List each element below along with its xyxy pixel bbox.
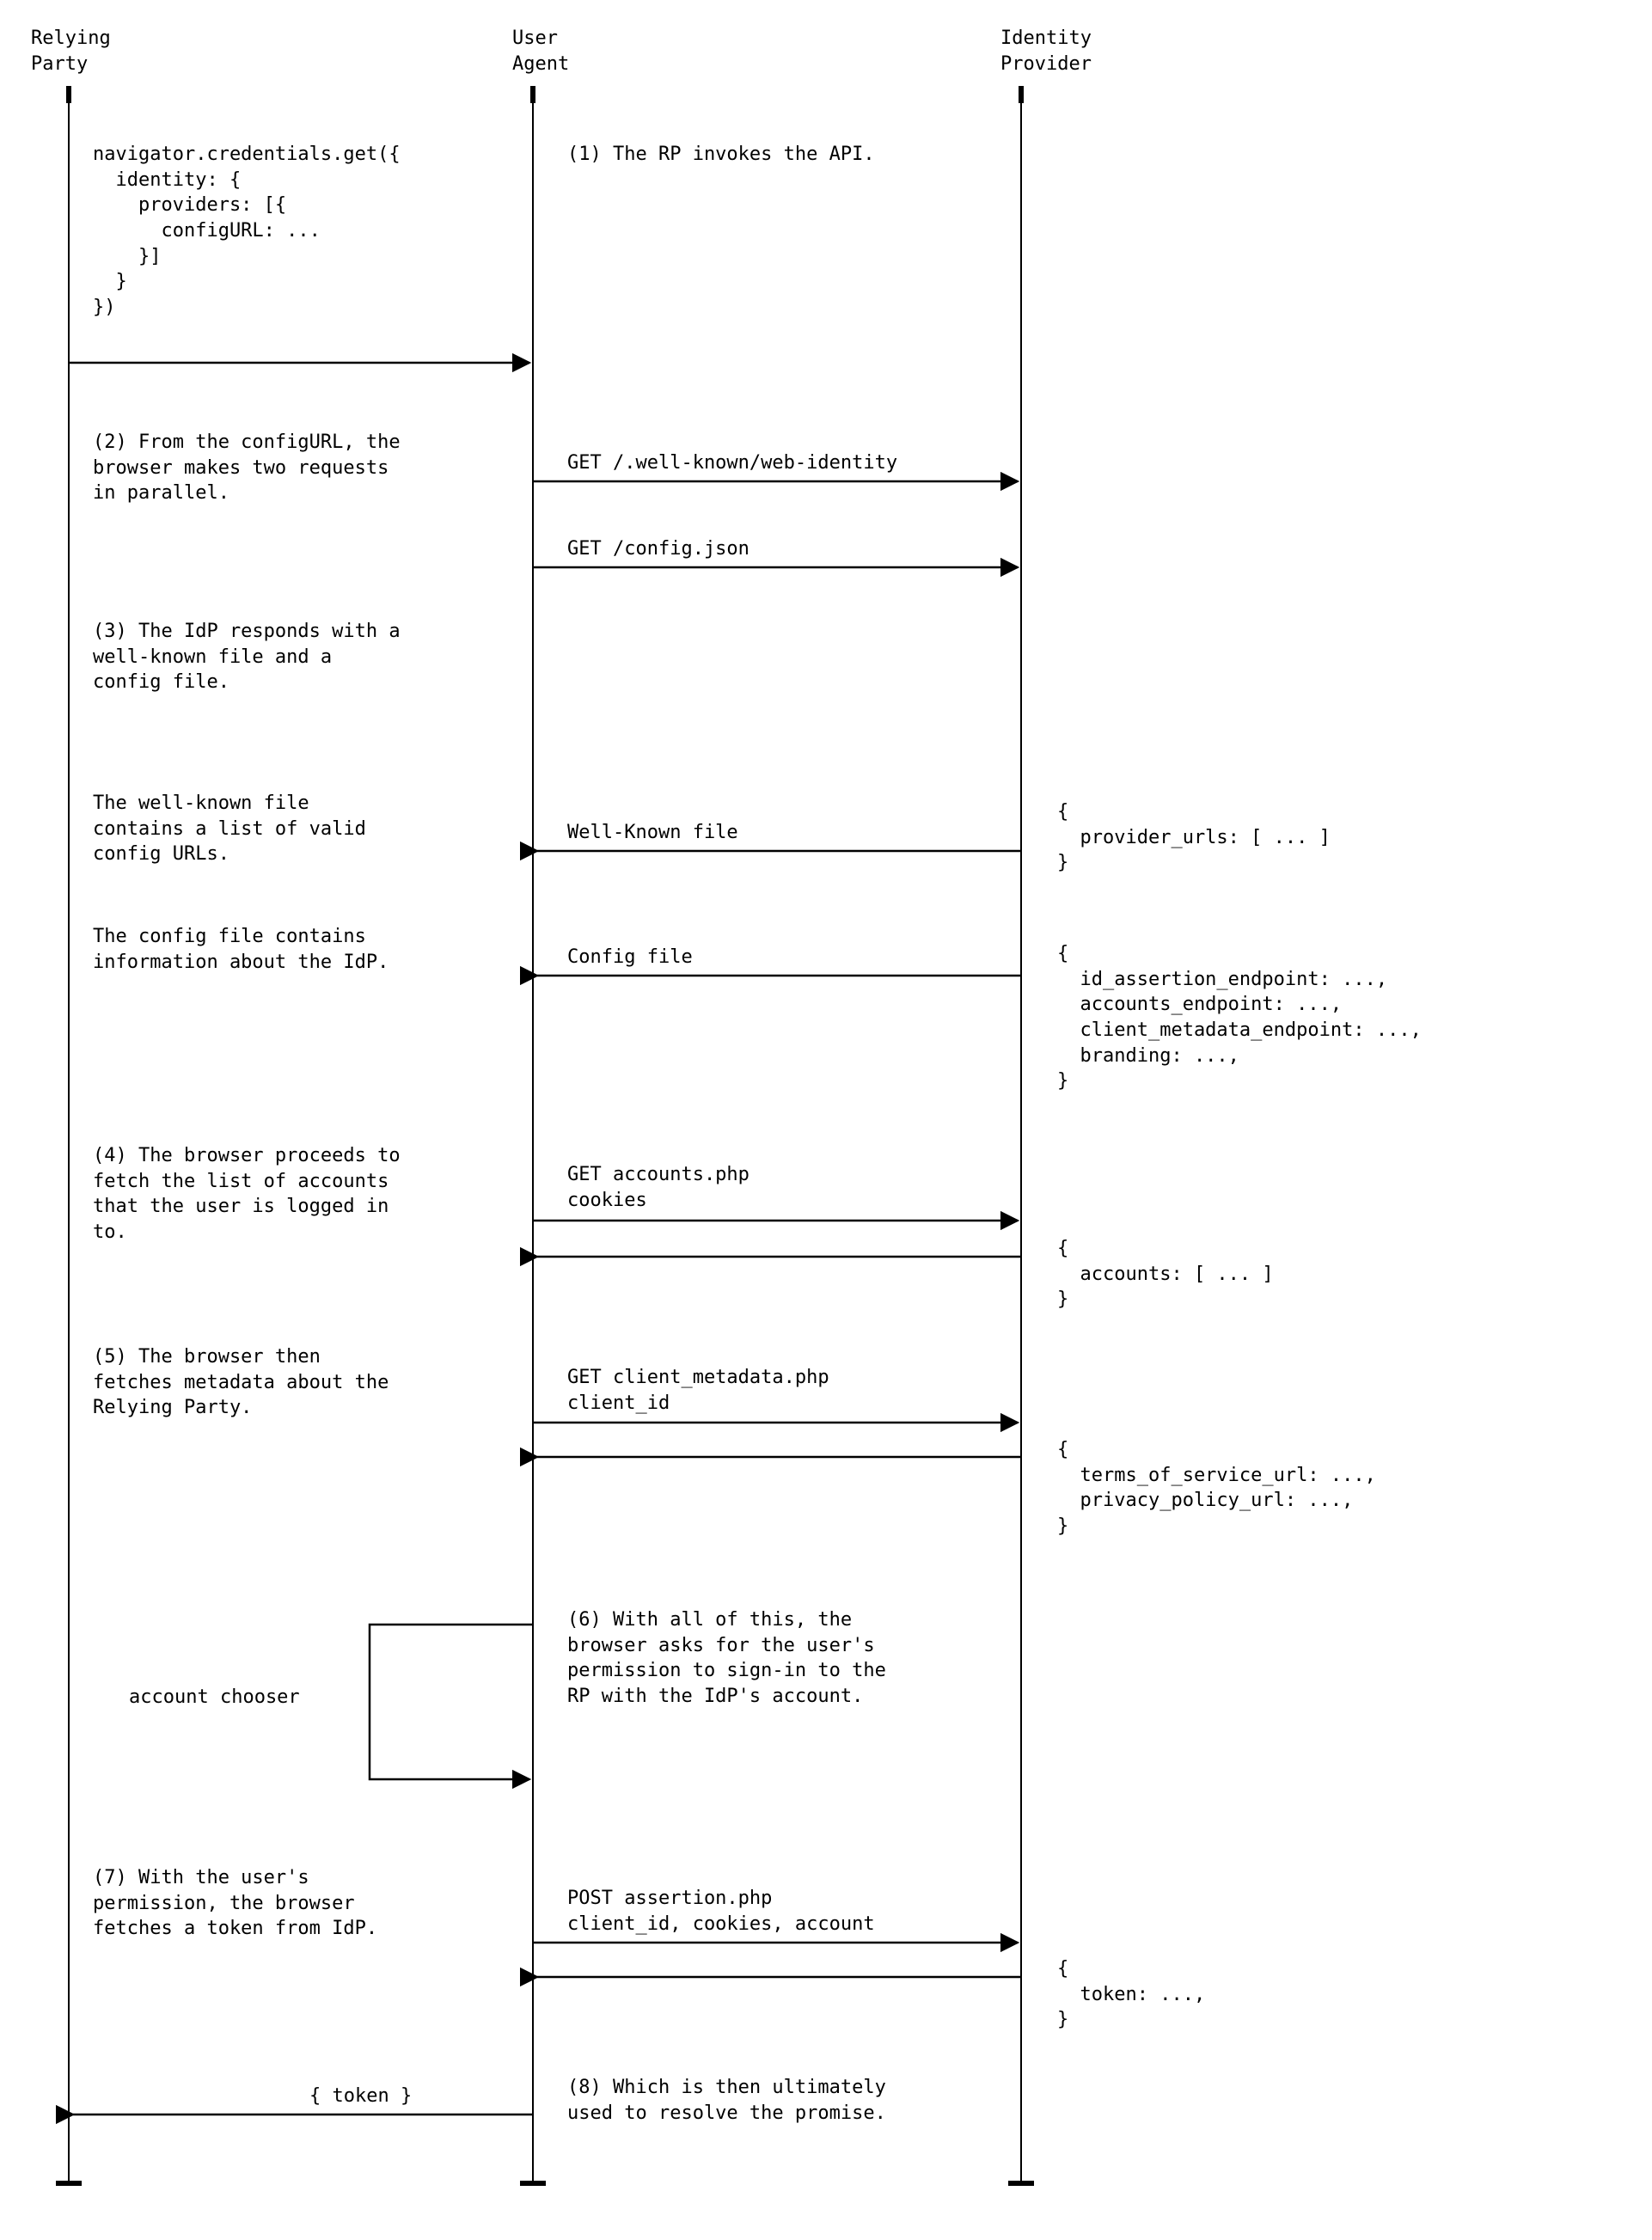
step-3-label: (3) The IdP responds with a well-known f… xyxy=(93,619,401,695)
response-config: Config file xyxy=(567,945,693,970)
actor-rp-label: RelyingParty xyxy=(31,26,111,77)
json-metadata: { terms_of_service_url: ..., privacy_pol… xyxy=(1057,1437,1376,1539)
request-accounts: GET accounts.php cookies xyxy=(567,1162,750,1213)
step-4-label: (4) The browser proceeds to fetch the li… xyxy=(93,1143,401,1245)
note-wellknown: The well-known file contains a list of v… xyxy=(93,791,366,867)
step-6-label: (6) With all of this, the browser asks f… xyxy=(567,1607,886,1710)
code-invoke: navigator.credentials.get({ identity: { … xyxy=(93,142,401,321)
json-accounts: { accounts: [ ... ] } xyxy=(1057,1236,1274,1313)
actor-idp-label: IdentityProvider xyxy=(1000,26,1092,77)
sequence-diagram: RelyingParty UserAgent IdentityProvider … xyxy=(0,0,1652,2240)
request-wellknown: GET /.well-known/web-identity xyxy=(567,450,897,476)
self-msg-label: account chooser xyxy=(129,1685,300,1711)
return-token: { token } xyxy=(309,2084,412,2109)
step-8-label: (8) Which is then ultimately used to res… xyxy=(567,2075,886,2126)
request-assertion: POST assertion.php client_id, cookies, a… xyxy=(567,1886,875,1937)
request-metadata: GET client_metadata.php client_id xyxy=(567,1365,829,1416)
actor-ua-label: UserAgent xyxy=(512,26,569,77)
step-1-label: (1) The RP invokes the API. xyxy=(567,142,875,168)
json-config: { id_assertion_endpoint: ..., accounts_e… xyxy=(1057,941,1422,1094)
json-token: { token: ..., } xyxy=(1057,1956,1205,2033)
step-5-label: (5) The browser then fetches metadata ab… xyxy=(93,1344,389,1421)
step-2-label: (2) From the configURL, the browser make… xyxy=(93,430,401,506)
request-config: GET /config.json xyxy=(567,536,750,562)
response-wellknown: Well-Known file xyxy=(567,820,738,846)
note-config: The config file contains information abo… xyxy=(93,924,389,975)
json-wellknown: { provider_urls: [ ... ] } xyxy=(1057,799,1331,876)
step-7-label: (7) With the user's permission, the brow… xyxy=(93,1865,377,1942)
